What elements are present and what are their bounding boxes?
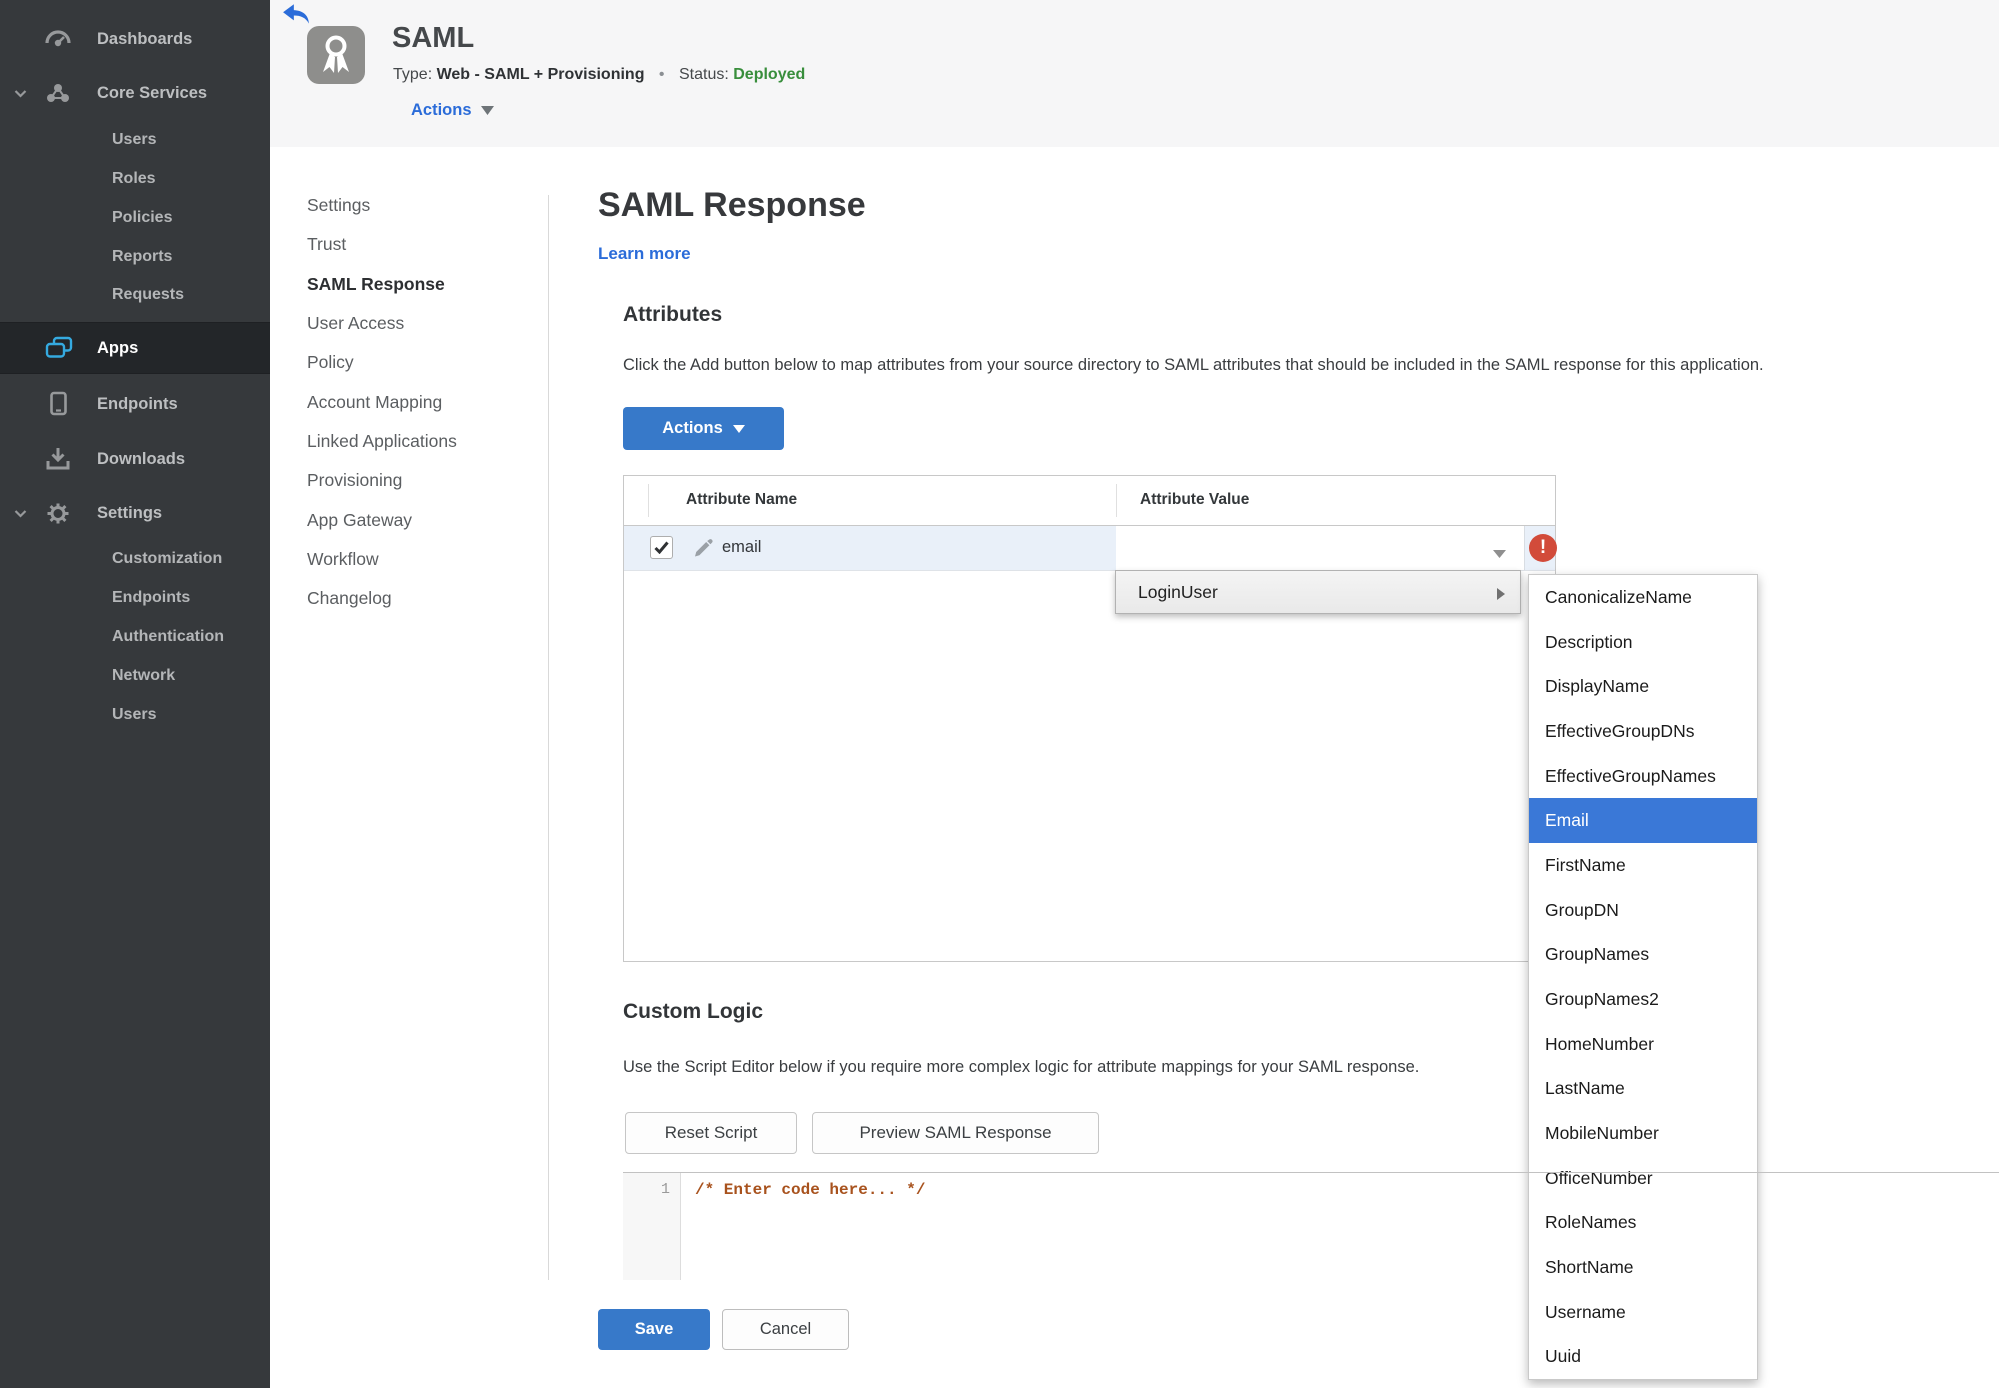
attribute-value-dropdown[interactable] (1116, 526, 1525, 570)
caret-down-icon (732, 419, 745, 438)
sidebar-item-customization[interactable]: Customization (0, 546, 270, 572)
sidebar: Dashboards Core Services Users Roles Pol… (0, 0, 270, 1388)
attribute-name-cell: email (722, 538, 762, 556)
learn-more-link[interactable]: Learn more (598, 244, 691, 264)
subnav-item[interactable]: Account Mapping (307, 382, 527, 421)
app-subnav: Settings Trust SAML Response User Access Pol… (307, 186, 527, 618)
sidebar-item-endpoints[interactable]: Endpoints (0, 391, 270, 417)
submenu-item[interactable]: Uuid (1529, 1334, 1757, 1379)
subnav-item[interactable]: Linked Applications (307, 422, 527, 461)
apps-icon (44, 335, 74, 361)
sidebar-item-downloads[interactable]: Downloads (0, 446, 270, 472)
submenu-item[interactable]: CanonicalizeName (1529, 575, 1757, 620)
table-row: email ! (624, 526, 1557, 571)
submenu-item[interactable]: EffectiveGroupDNs (1529, 709, 1757, 754)
subnav-item[interactable]: Settings (307, 186, 527, 225)
page-app-title: SAML (392, 22, 475, 54)
subnav-item[interactable]: Trust (307, 225, 527, 264)
status-badge: Deployed (733, 66, 806, 83)
submenu-item[interactable]: FirstName (1529, 843, 1757, 888)
attributes-description: Click the Add button below to map attrib… (623, 356, 1764, 374)
chevron-down-icon (14, 89, 27, 98)
submenu-item[interactable]: Username (1529, 1290, 1757, 1335)
gear-icon (44, 501, 72, 526)
column-header-attribute-value: Attribute Value (1140, 491, 1250, 508)
submenu-arrow-icon (1497, 587, 1505, 605)
back-arrow-icon[interactable] (282, 3, 310, 27)
attributes-table: Attribute Name Attribute Value email ! (623, 475, 1557, 962)
value-menu-loginuser[interactable]: LoginUser (1115, 570, 1521, 614)
table-header: Attribute Name Attribute Value (624, 476, 1555, 526)
sidebar-item-apps[interactable]: Apps (0, 322, 270, 374)
column-header-attribute-name: Attribute Name (686, 491, 798, 508)
subnav-divider (548, 195, 549, 1280)
sidebar-item-users[interactable]: Users (0, 127, 270, 153)
subnav-item[interactable]: App Gateway (307, 500, 527, 539)
row-checkbox[interactable] (650, 536, 673, 559)
submenu-item[interactable]: GroupNames2 (1529, 977, 1757, 1022)
submenu-item[interactable]: EffectiveGroupNames (1529, 754, 1757, 799)
subnav-item[interactable]: User Access (307, 304, 527, 343)
caret-down-icon (1493, 545, 1506, 563)
sidebar-item-requests[interactable]: Requests (0, 282, 270, 308)
submenu-item[interactable]: HomeNumber (1529, 1022, 1757, 1067)
sidebar-item-settings[interactable]: Settings (0, 500, 270, 526)
sidebar-item-authentication[interactable]: Authentication (0, 624, 270, 650)
error-icon: ! (1529, 534, 1557, 562)
sidebar-item-roles[interactable]: Roles (0, 166, 270, 192)
line-number: 1 (660, 1181, 670, 1198)
admin-console: Dashboards Core Services Users Roles Pol… (0, 0, 1999, 1388)
custom-logic-description: Use the Script Editor below if you requi… (623, 1058, 1420, 1076)
submenu-item[interactable]: GroupDN (1529, 888, 1757, 933)
subnav-item[interactable]: SAML Response (307, 265, 527, 304)
attributes-heading: Attributes (623, 303, 723, 326)
editor-gutter: 1 (623, 1173, 681, 1280)
header-actions-menu[interactable]: Actions (411, 101, 494, 120)
submenu-item[interactable]: DisplayName (1529, 664, 1757, 709)
submenu-item[interactable]: MobileNumber (1529, 1111, 1757, 1156)
submenu-item[interactable]: GroupNames (1529, 932, 1757, 977)
sidebar-item-dashboards[interactable]: Dashboards (0, 26, 270, 52)
sidebar-item-core-services[interactable]: Core Services (0, 80, 270, 106)
download-icon (44, 446, 72, 472)
sidebar-item-settings-endpoints[interactable]: Endpoints (0, 585, 270, 611)
sidebar-item-reports[interactable]: Reports (0, 244, 270, 270)
device-icon (44, 391, 72, 417)
preview-saml-response-button[interactable]: Preview SAML Response (812, 1112, 1099, 1154)
page-title: SAML Response (598, 186, 866, 224)
app-type-value: Web - SAML + Provisioning (436, 66, 645, 83)
app-type-status-line: Type: Web - SAML + Provisioning • Status… (393, 66, 806, 83)
submenu-item[interactable]: Email (1529, 798, 1757, 844)
subnav-item[interactable]: Provisioning (307, 461, 527, 500)
submenu-item[interactable]: LastName (1529, 1066, 1757, 1111)
sidebar-item-policies[interactable]: Policies (0, 205, 270, 231)
script-editor: 1 /* Enter code here... */ (623, 1172, 1999, 1280)
caret-down-icon (480, 102, 494, 120)
chevron-down-icon (14, 509, 27, 518)
reset-script-button[interactable]: Reset Script (625, 1112, 797, 1154)
sidebar-item-network[interactable]: Network (0, 663, 270, 689)
cancel-button[interactable]: Cancel (722, 1309, 849, 1350)
saml-app-icon (307, 26, 365, 84)
subnav-item[interactable]: Changelog (307, 579, 527, 618)
custom-logic-heading: Custom Logic (623, 1000, 763, 1023)
code-input[interactable]: /* Enter code here... */ (681, 1173, 1999, 1280)
subnav-item[interactable]: Workflow (307, 540, 527, 579)
subnav-item[interactable]: Policy (307, 343, 527, 382)
edit-pencil-icon[interactable] (693, 538, 713, 563)
gauge-icon (44, 27, 72, 51)
sidebar-item-settings-users[interactable]: Users (0, 702, 270, 728)
attributes-actions-button[interactable]: Actions (623, 407, 784, 450)
submenu-item[interactable]: Description (1529, 620, 1757, 665)
save-button[interactable]: Save (598, 1309, 710, 1350)
core-services-icon (44, 81, 72, 105)
